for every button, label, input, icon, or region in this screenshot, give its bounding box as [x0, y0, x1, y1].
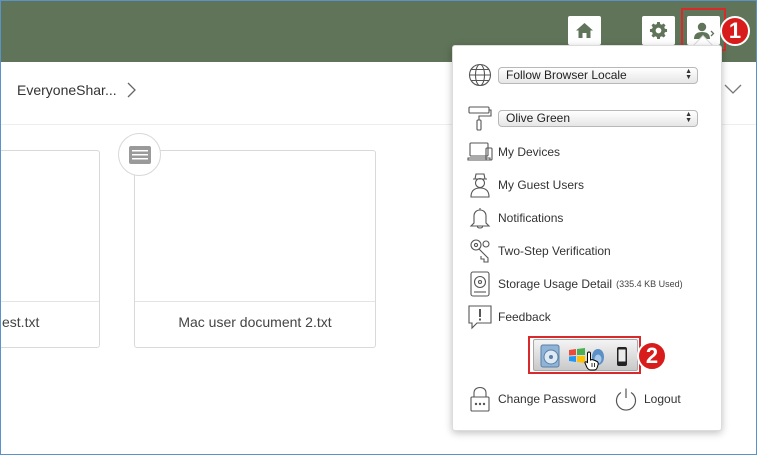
settings-button[interactable]: [642, 16, 675, 45]
menu-item-label: Feedback: [498, 310, 551, 324]
menu-item-label: Storage Usage Detail: [498, 277, 613, 291]
locale-value: Follow Browser Locale: [506, 68, 627, 82]
select-arrows-icon: ▲ ▼: [685, 111, 692, 124]
file-type-badge: [118, 133, 161, 176]
file-card[interactable]: Mac user document 2.txt: [134, 150, 376, 348]
menu-item-logout[interactable]: Logout: [613, 386, 681, 412]
callout-badge-2: 2: [637, 341, 667, 371]
guest-user-icon: [467, 172, 493, 198]
file-name: Mac user document 2.txt: [178, 314, 332, 330]
power-icon: [613, 386, 639, 412]
chevron-down-icon[interactable]: [724, 83, 742, 95]
menu-item-label: Two-Step Verification: [498, 244, 611, 258]
menu-item-label: Logout: [644, 392, 681, 406]
menu-item-two-step-verification[interactable]: Two-Step Verification: [467, 238, 611, 264]
menu-item-label: Change Password: [498, 392, 597, 406]
key-icon: [467, 238, 493, 264]
text-file-icon: [128, 145, 151, 164]
menu-item-my-guest-users[interactable]: My Guest Users: [467, 172, 584, 198]
menu-item-notifications[interactable]: Notifications: [467, 205, 563, 231]
menu-item-label: My Guest Users: [498, 178, 585, 192]
breadcrumb: EveryoneShar...: [17, 82, 136, 98]
bell-icon: [467, 205, 493, 231]
menu-item-my-devices[interactable]: My Devices: [467, 139, 560, 165]
menu-item-storage-usage-detail[interactable]: Storage Usage Detail (335.4 KB Used): [467, 271, 683, 297]
menu-item-feedback[interactable]: Feedback: [467, 304, 551, 330]
storage-drive-icon: [467, 271, 493, 297]
file-name: est.txt: [2, 314, 40, 330]
laptop-icon: [467, 139, 493, 165]
callout-badge-1: 1: [720, 16, 750, 46]
menu-item-label: My Devices: [498, 145, 561, 159]
locale-row: Follow Browser Locale ▲ ▼: [467, 62, 698, 88]
callout-highlight-2: [528, 336, 641, 374]
theme-value: Olive Green: [506, 111, 571, 125]
lock-icon: [467, 386, 493, 412]
menu-item-change-password[interactable]: Change Password: [467, 386, 596, 412]
chevron-right-icon: [127, 82, 136, 98]
breadcrumb-folder[interactable]: EveryoneShar...: [17, 82, 117, 98]
storage-used-text: (335.4 KB Used): [616, 279, 683, 289]
card-divider: [135, 301, 375, 302]
menu-item-label: Notifications: [498, 211, 564, 225]
home-icon: [576, 23, 593, 38]
theme-select[interactable]: Olive Green ▲ ▼: [498, 109, 698, 127]
card-divider: [1, 301, 99, 302]
theme-row: Olive Green ▲ ▼: [467, 105, 698, 131]
feedback-icon: [467, 304, 493, 330]
select-arrows-icon: ▲ ▼: [685, 68, 692, 81]
home-button[interactable]: [568, 16, 601, 45]
locale-select[interactable]: Follow Browser Locale ▲ ▼: [498, 66, 698, 84]
gear-icon: [649, 21, 668, 40]
file-card[interactable]: est.txt: [1, 150, 100, 348]
paint-roller-icon: [467, 105, 493, 131]
app-window: 1 EveryoneShar... est.txt Mac user docum…: [0, 0, 757, 455]
globe-icon: [467, 62, 493, 88]
